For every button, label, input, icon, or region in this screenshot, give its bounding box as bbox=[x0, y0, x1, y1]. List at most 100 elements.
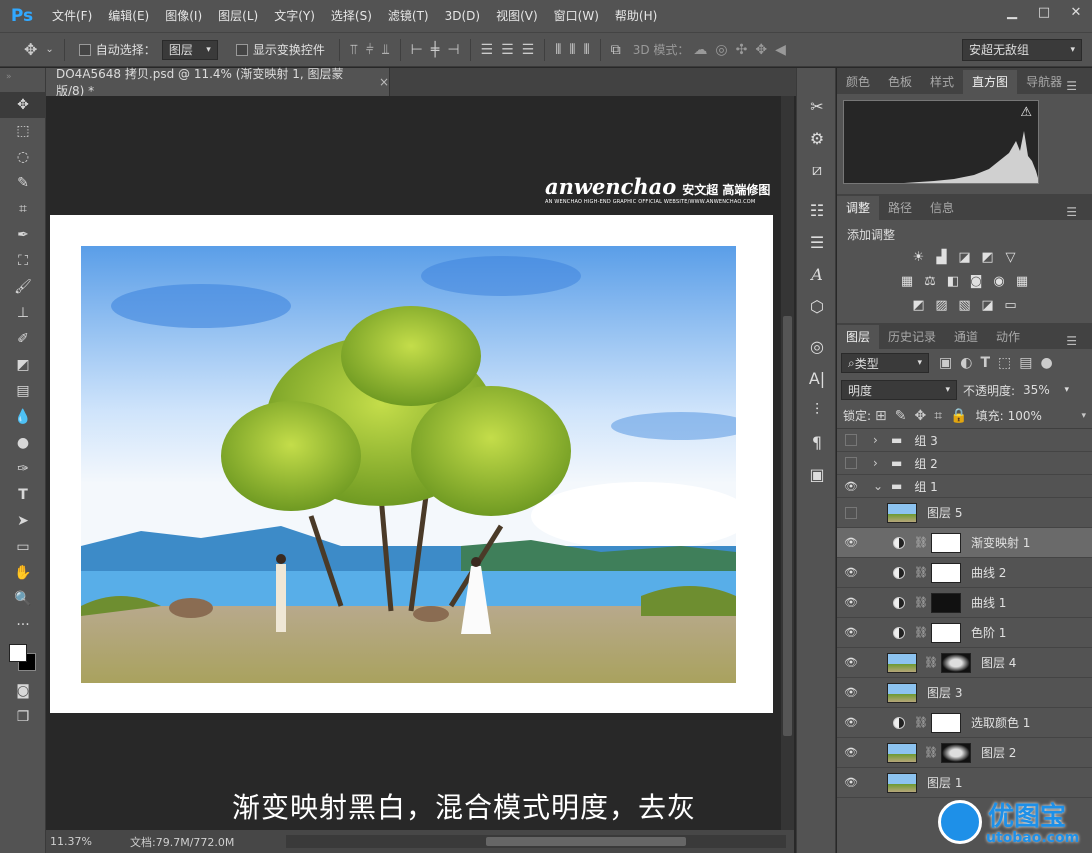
layer-name[interactable]: 组 3 bbox=[914, 432, 937, 449]
doc-size[interactable]: 文档:79.7M/772.0M bbox=[130, 834, 234, 850]
menu-item[interactable]: 帮助(H) bbox=[607, 0, 665, 32]
panel-tab[interactable]: 调整 bbox=[837, 196, 880, 220]
mask-thumbnail[interactable] bbox=[940, 742, 971, 763]
layer-name[interactable]: 图层 2 bbox=[981, 744, 1016, 761]
align-vcenter-icon[interactable]: ⫩ bbox=[366, 42, 374, 58]
filter-adjust-icon[interactable]: ◐ bbox=[960, 355, 972, 371]
filter-pixel-icon[interactable]: ▣ bbox=[939, 355, 952, 371]
layer-row[interactable]: 👁 图层 3 bbox=[837, 678, 1092, 708]
menu-item[interactable]: 选择(S) bbox=[323, 0, 380, 32]
measurement-icon[interactable]: ⫶ bbox=[797, 394, 837, 426]
vibrance-icon[interactable]: ▽ bbox=[1002, 249, 1020, 265]
chevron-down-icon[interactable]: ⌄ bbox=[45, 44, 53, 55]
layer-name[interactable]: 曲线 1 bbox=[971, 594, 1006, 611]
document-canvas[interactable] bbox=[50, 215, 773, 713]
chevron-icon[interactable]: › bbox=[873, 456, 885, 470]
timeline-icon[interactable]: ▣ bbox=[797, 458, 837, 490]
panel-tab[interactable]: 路径 bbox=[879, 196, 921, 220]
brush-settings-icon[interactable]: ⚙ bbox=[797, 122, 837, 154]
mask-thumbnail[interactable] bbox=[930, 712, 961, 733]
video-3d-icon[interactable]: ◀ bbox=[775, 42, 786, 58]
crop-tool[interactable]: ⌗ bbox=[0, 196, 46, 222]
lock-all-icon[interactable]: 🔒 bbox=[950, 408, 967, 424]
blend-mode-dropdown[interactable]: 明度 ▾ bbox=[841, 380, 957, 400]
mask-thumbnail[interactable] bbox=[940, 652, 971, 673]
menu-item[interactable]: 3D(D) bbox=[437, 0, 488, 32]
levels-icon[interactable]: ▟ bbox=[933, 249, 951, 265]
cc-libraries-icon[interactable]: ◎ bbox=[797, 330, 837, 362]
shape-tool[interactable]: ▭ bbox=[0, 534, 46, 560]
lock-transparency-icon[interactable]: ⊞ bbox=[875, 408, 887, 424]
panel-tab[interactable]: 样式 bbox=[921, 70, 963, 94]
bw-icon[interactable]: ◧ bbox=[944, 273, 962, 289]
layer-row[interactable]: 👁 图层 1 bbox=[837, 768, 1092, 798]
menu-item[interactable]: 编辑(E) bbox=[100, 0, 157, 32]
threshold-icon[interactable]: ▧ bbox=[956, 297, 974, 313]
layer-thumbnail[interactable] bbox=[887, 742, 917, 763]
panel-tab[interactable]: 历史记录 bbox=[879, 325, 945, 349]
move-tool[interactable]: ✥ bbox=[0, 92, 46, 118]
link-icon[interactable]: ⛓ bbox=[914, 716, 928, 729]
selective-color-icon[interactable]: ◪ bbox=[979, 297, 997, 313]
blur-tool[interactable]: 💧 bbox=[0, 404, 46, 430]
3d-icon[interactable]: ⬡ bbox=[797, 290, 837, 322]
warning-icon[interactable]: ⚠ bbox=[1020, 105, 1032, 120]
horizontal-scrollbar[interactable] bbox=[286, 835, 786, 848]
healing-tool[interactable]: ⛶ bbox=[0, 248, 46, 274]
lock-position-icon[interactable]: ✥ bbox=[915, 408, 927, 424]
auto-select-checkbox[interactable]: 自动选择： bbox=[78, 41, 156, 58]
link-icon[interactable]: ⛓ bbox=[924, 746, 938, 759]
color-lookup-icon[interactable]: ▦ bbox=[1013, 273, 1031, 289]
align-top-icon[interactable]: ⫪ bbox=[350, 42, 358, 58]
close-button[interactable]: ✕ bbox=[1060, 0, 1092, 24]
panel-tab[interactable]: 动作 bbox=[987, 325, 1029, 349]
layer-row[interactable]: 👁 ⛓ 图层 2 bbox=[837, 738, 1092, 768]
visibility-icon[interactable]: 👁 bbox=[837, 738, 865, 768]
layer-name[interactable]: 曲线 2 bbox=[971, 564, 1006, 581]
layer-row[interactable]: › ▬ 组 2 bbox=[837, 452, 1092, 475]
workspace-dropdown[interactable]: 安超无敌组 ▾ bbox=[962, 38, 1082, 61]
mask-thumbnail[interactable] bbox=[930, 592, 961, 613]
distribute-left-icon[interactable]: ⦀ bbox=[555, 42, 561, 58]
menu-item[interactable]: 视图(V) bbox=[488, 0, 546, 32]
visibility-icon[interactable]: 👁 bbox=[837, 588, 865, 618]
layer-name[interactable]: 渐变映射 1 bbox=[971, 534, 1030, 551]
pen-tool[interactable]: ✑ bbox=[0, 456, 46, 482]
eraser-tool[interactable]: ◩ bbox=[0, 352, 46, 378]
eyedropper-tool[interactable]: ✒ bbox=[0, 222, 46, 248]
filter-toggle-icon[interactable]: ● bbox=[1040, 355, 1052, 371]
auto-select-dropdown[interactable]: 图层 ▾ bbox=[161, 39, 218, 60]
align-left-icon[interactable]: ⊢ bbox=[411, 42, 423, 58]
panel-tab[interactable]: 直方图 bbox=[963, 70, 1018, 94]
distribute-vcenter-icon[interactable]: ☰ bbox=[501, 42, 514, 58]
screen-mode-icon[interactable]: ❐ bbox=[0, 704, 46, 730]
lock-pixels-icon[interactable]: ✎ bbox=[895, 408, 907, 424]
panel-tab[interactable]: 色板 bbox=[879, 70, 921, 94]
layer-row[interactable]: 👁 ⛓ 曲线 2 bbox=[837, 558, 1092, 588]
photo-filter-icon[interactable]: ◙ bbox=[967, 273, 985, 289]
layer-row[interactable]: 👁 ⛓ 图层 4 bbox=[837, 648, 1092, 678]
scroll-thumb[interactable] bbox=[486, 837, 686, 846]
quick-mask-icon[interactable]: ◙ bbox=[0, 678, 46, 704]
distribute-bottom-icon[interactable]: ☰ bbox=[522, 42, 535, 58]
brightness-icon[interactable]: ☀ bbox=[910, 249, 928, 265]
invert-icon[interactable]: ◩ bbox=[910, 297, 928, 313]
panel-tab[interactable]: 颜色 bbox=[837, 70, 879, 94]
link-icon[interactable]: ⛓ bbox=[914, 566, 928, 579]
vertical-scrollbar[interactable] bbox=[781, 96, 794, 830]
layer-row[interactable]: 👁 ⛓ 色阶 1 bbox=[837, 618, 1092, 648]
zoom-readout[interactable]: 11.37% bbox=[50, 835, 120, 848]
gradient-map-icon[interactable]: ▭ bbox=[1002, 297, 1020, 313]
filter-shape-icon[interactable]: ⬚ bbox=[998, 355, 1011, 371]
maximize-button[interactable]: □ bbox=[1028, 0, 1060, 24]
layer-thumbnail[interactable] bbox=[887, 652, 917, 673]
panel-menu-icon[interactable]: ☰ bbox=[1057, 329, 1086, 353]
panel-tab[interactable]: 通道 bbox=[945, 325, 987, 349]
visibility-icon[interactable]: 👁 bbox=[837, 475, 865, 498]
visibility-icon[interactable] bbox=[837, 498, 865, 528]
link-icon[interactable]: ⛓ bbox=[914, 626, 928, 639]
auto-align-icon[interactable]: ⧉ bbox=[611, 42, 621, 58]
layer-name[interactable]: 选取颜色 1 bbox=[971, 714, 1030, 731]
move-icon[interactable]: ✥ bbox=[24, 40, 37, 59]
layer-row[interactable]: 👁 ⛓ 渐变映射 1 bbox=[837, 528, 1092, 558]
